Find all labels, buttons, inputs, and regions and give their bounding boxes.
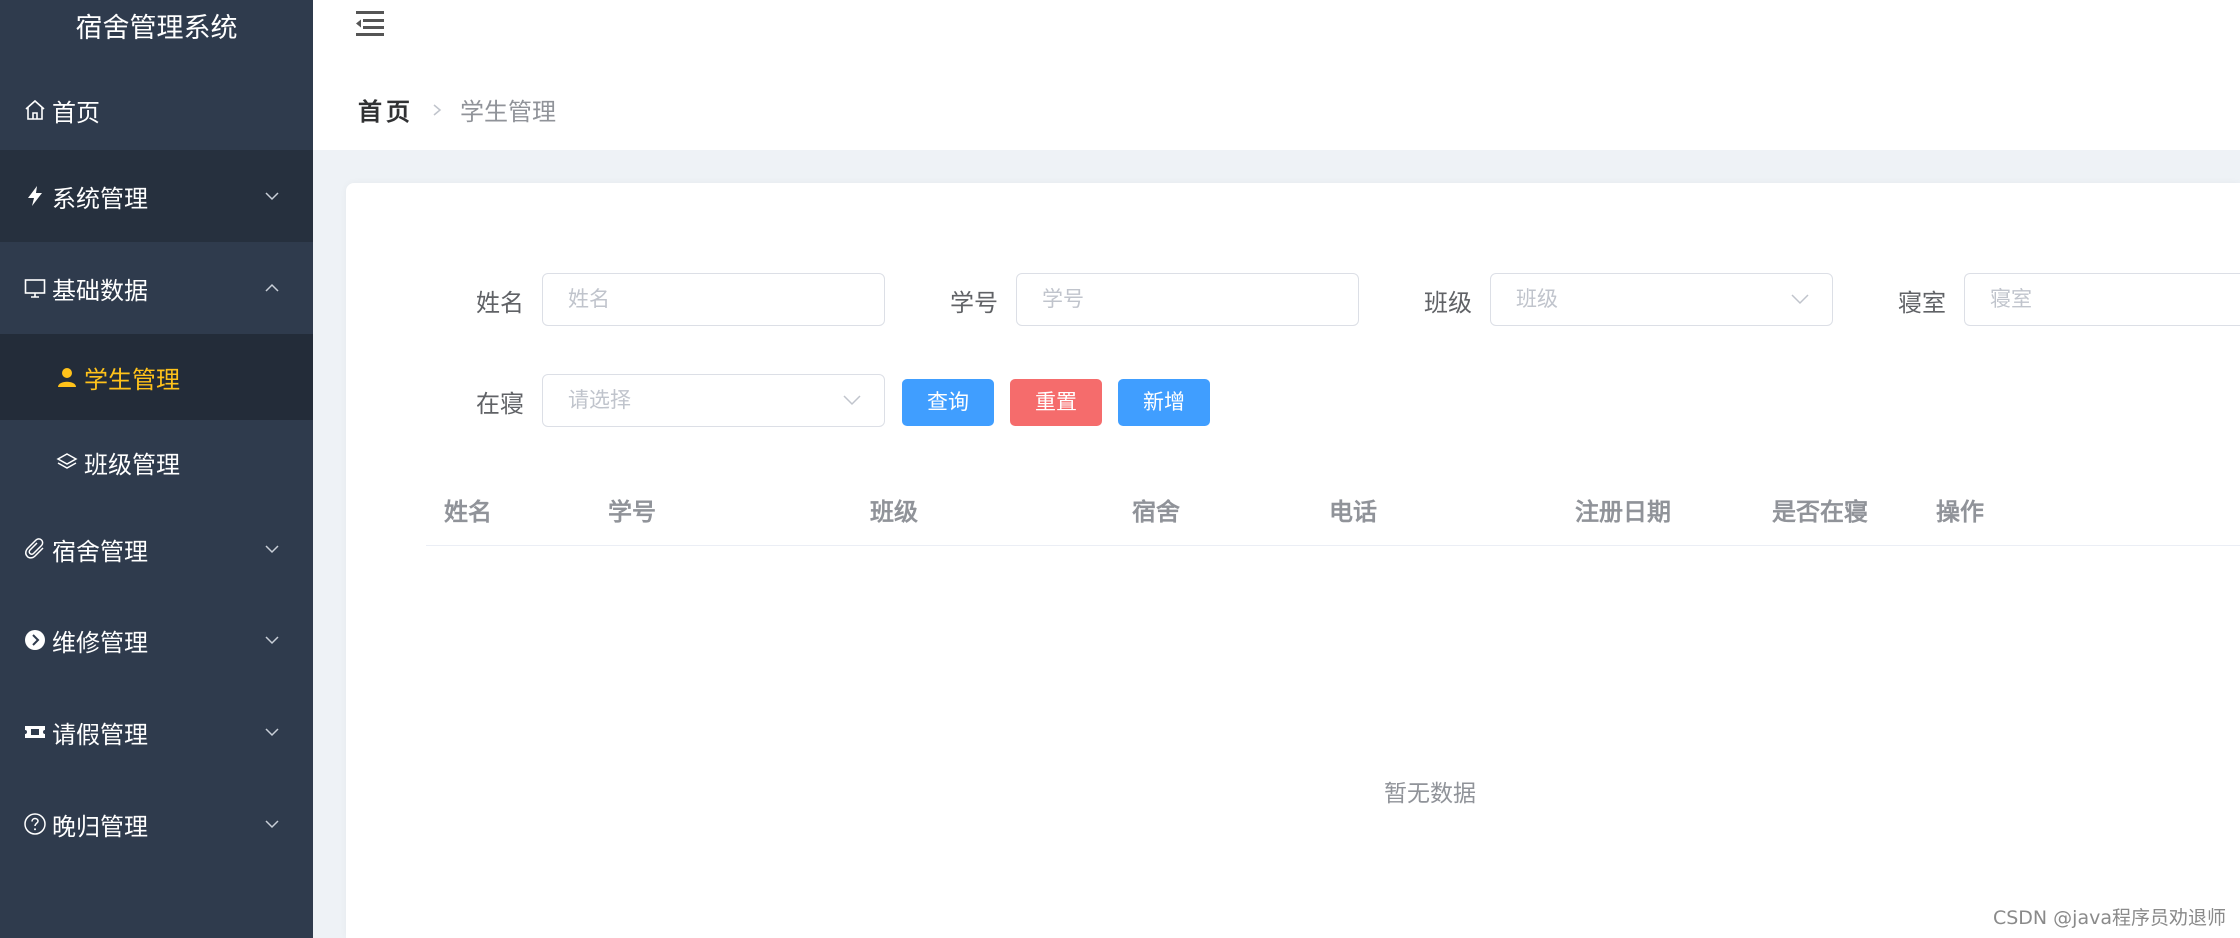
table-header-divider: [426, 545, 2240, 546]
chevron-down-icon: [265, 192, 279, 201]
name-label: 姓名: [476, 289, 524, 317]
app-title: 宿舍管理系统: [75, 13, 238, 44]
circle-arrow-icon: [20, 625, 50, 655]
sidebar-item-student[interactable]: 学生管理: [0, 334, 313, 420]
column-header-dorm: 宿舍: [1132, 498, 1180, 526]
chevron-down-icon: [265, 636, 279, 645]
class-select[interactable]: 班级: [1490, 273, 1833, 326]
sidebar-item-label: 学生管理: [84, 365, 180, 394]
watermark: CSDN @java程序员劝退师: [1992, 907, 2226, 929]
in-room-label: 在寝: [476, 390, 524, 418]
chevron-down-icon: [265, 728, 279, 737]
chevron-down-icon: [1791, 294, 1809, 305]
header: 首页 学生管理: [313, 0, 2240, 150]
home-icon: [20, 95, 50, 125]
name-input[interactable]: 姓名: [542, 273, 885, 326]
sidebar-item-label: 系统管理: [52, 184, 148, 213]
content-card: 姓名 姓名 学号 学号 班级 班级 寝室 寝室 在寝 请选择 查询 重置 新增 …: [346, 183, 2240, 938]
sidebar-item-label: 宿舍管理: [52, 537, 148, 566]
column-header-phone: 电话: [1329, 498, 1377, 526]
breadcrumb: 首页 学生管理: [358, 92, 556, 127]
question-circle-icon: [20, 809, 50, 839]
reset-button[interactable]: 重置: [1010, 379, 1102, 426]
in-room-select[interactable]: 请选择: [542, 374, 885, 427]
sidebar-item-home[interactable]: 首页: [0, 70, 313, 150]
add-button[interactable]: 新增: [1118, 379, 1210, 426]
sidebar-item-label: 维修管理: [52, 628, 148, 657]
student-id-input[interactable]: 学号: [1016, 273, 1359, 326]
ticket-icon: [20, 717, 50, 747]
class-label: 班级: [1424, 289, 1472, 317]
student-id-label: 学号: [950, 289, 998, 317]
sidebar-item-label: 首页: [52, 98, 100, 127]
column-header-register-date: 注册日期: [1575, 498, 1671, 526]
sidebar: 宿舍管理系统 首页 系统管理 基础数据 学生管理 班级管理 宿舍管理 维修管理 …: [0, 0, 313, 938]
chevron-right-icon: [433, 103, 442, 116]
room-label: 寝室: [1898, 289, 1946, 317]
sidebar-item-label: 晚归管理: [52, 812, 148, 841]
layers-icon: [52, 447, 82, 477]
sidebar-item-label: 班级管理: [84, 450, 180, 479]
sidebar-item-label: 基础数据: [52, 276, 148, 305]
column-header-student-id: 学号: [608, 498, 656, 526]
menu-toggle-icon[interactable]: [353, 8, 387, 38]
sidebar-item-basic-data[interactable]: 基础数据: [0, 242, 313, 334]
room-input[interactable]: 寝室: [1964, 273, 2240, 326]
breadcrumb-current: 学生管理: [460, 98, 556, 126]
sidebar-item-class[interactable]: 班级管理: [0, 420, 313, 504]
sidebar-item-leave[interactable]: 请假管理: [0, 686, 313, 778]
column-header-actions: 操作: [1936, 498, 1984, 526]
lightning-icon: [20, 181, 50, 211]
chevron-up-icon: [265, 283, 279, 292]
chevron-down-icon: [265, 820, 279, 829]
paperclip-icon: [20, 534, 50, 564]
column-header-name: 姓名: [444, 498, 492, 526]
monitor-icon: [20, 273, 50, 303]
breadcrumb-home[interactable]: 首页: [358, 92, 414, 127]
column-header-class: 班级: [870, 498, 918, 526]
class-select-placeholder: 班级: [1516, 287, 1558, 311]
column-header-in-room: 是否在寝: [1772, 498, 1868, 526]
sidebar-item-late[interactable]: 晚归管理: [0, 778, 313, 870]
sidebar-item-repair[interactable]: 维修管理: [0, 594, 313, 686]
sidebar-item-system[interactable]: 系统管理: [0, 150, 313, 242]
in-room-select-placeholder: 请选择: [568, 388, 631, 412]
chevron-down-icon: [843, 395, 861, 406]
query-button[interactable]: 查询: [902, 379, 994, 426]
sidebar-item-dorm[interactable]: 宿舍管理: [0, 504, 313, 594]
chevron-down-icon: [265, 545, 279, 554]
user-icon: [52, 362, 82, 392]
sidebar-item-label: 请假管理: [52, 720, 148, 749]
empty-state-text: 暂无数据: [1384, 781, 1476, 807]
